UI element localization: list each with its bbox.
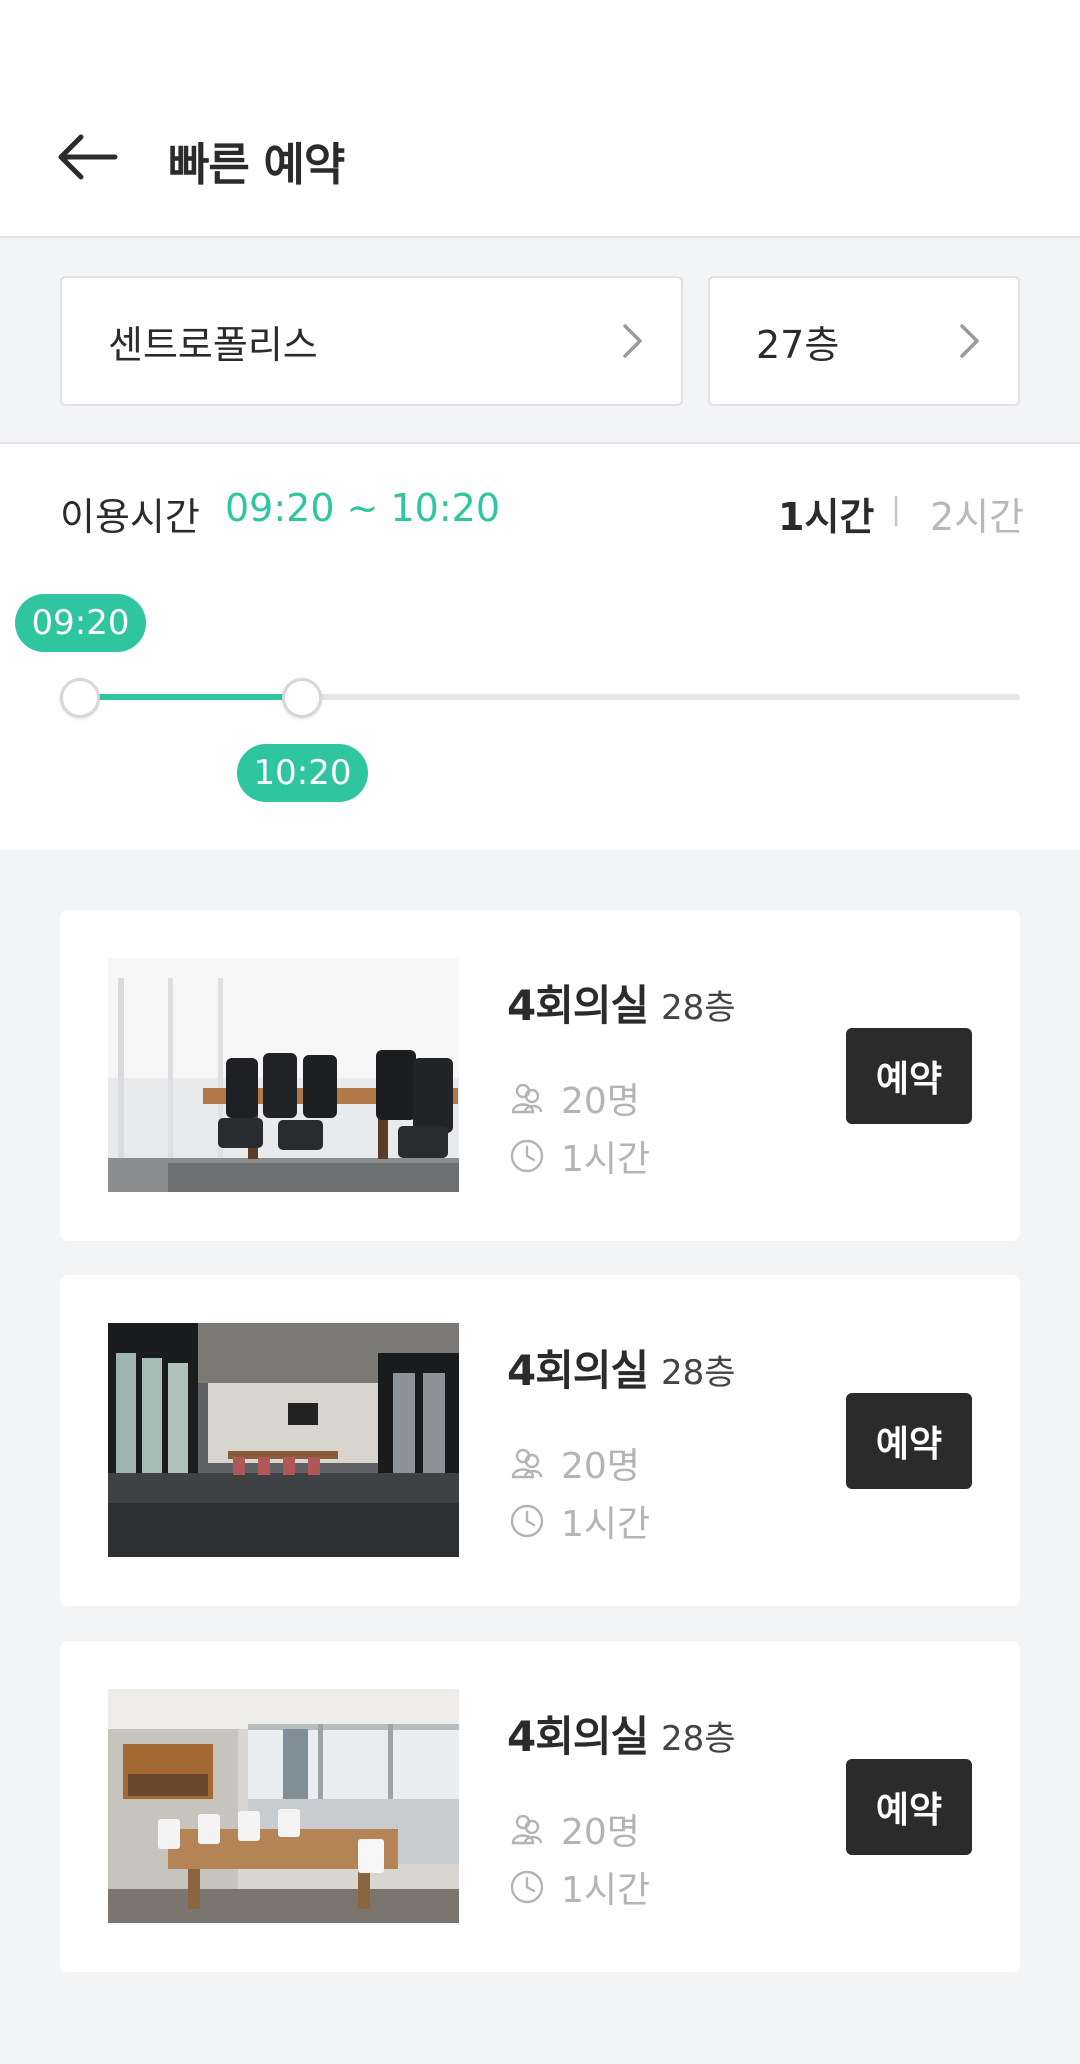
room-photo [108,1689,459,1923]
time-panel: 이용시간 09:20 ~ 10:20 1시간 | 2시간 09:20 10:20 [0,442,1080,850]
room-capacity: 20명 [507,1076,640,1122]
reserve-button[interactable]: 예약 [846,1028,972,1124]
capacity-value: 20명 [561,1812,640,1853]
reserve-button[interactable]: 예약 [846,1393,972,1489]
building-label: 센트로폴리스 [108,322,318,367]
people-icon [507,1443,547,1483]
reserve-button[interactable]: 예약 [846,1759,972,1855]
room-card[interactable]: 4회의실 28층 20명 1시간 예약 [60,910,1020,1241]
usage-time-range: 09:20 ~ 10:20 [225,486,501,530]
room-photo [108,958,459,1192]
duration-value: 1시간 [561,1504,651,1545]
floor-selector[interactable]: 27층 [708,276,1020,406]
back-button[interactable] [52,122,122,192]
duration-1h-option[interactable]: 1시간 [778,486,874,541]
room-card[interactable]: 4회의실 28층 20명 1시간 예약 [60,1641,1020,1972]
room-name: 4회의실 [507,1712,649,1761]
room-capacity: 20명 [507,1807,640,1853]
people-icon [507,1809,547,1849]
usage-time-label: 이용시간 [60,495,200,539]
room-floor: 28층 [661,1719,736,1759]
chevron-right-icon [623,324,642,358]
room-name: 4회의실 [507,1346,649,1395]
end-time-handle[interactable] [282,678,322,718]
clock-icon [507,1136,547,1176]
room-duration: 1시간 [507,1134,650,1180]
people-icon [507,1078,547,1118]
room-duration: 1시간 [507,1865,650,1911]
page-title: 빠른 예약 [168,138,345,191]
room-photo [108,1323,459,1557]
floor-label: 27층 [756,322,840,367]
start-time-bubble: 09:20 [15,594,146,652]
room-floor: 28층 [661,988,736,1028]
duration-2h-option[interactable]: 2시간 [930,486,1024,541]
start-time-handle[interactable] [60,678,100,718]
clock-icon [507,1501,547,1541]
room-floor: 28층 [661,1353,736,1393]
capacity-value: 20명 [561,1081,640,1122]
room-capacity: 20명 [507,1441,640,1487]
room-duration: 1시간 [507,1499,650,1545]
room-card[interactable]: 4회의실 28층 20명 1시간 예약 [60,1275,1020,1606]
duration-value: 1시간 [561,1870,651,1911]
building-selector[interactable]: 센트로폴리스 [60,276,683,406]
end-time-bubble: 10:20 [237,744,368,802]
capacity-value: 20명 [561,1446,640,1487]
duration-value: 1시간 [561,1139,651,1180]
chevron-right-icon [960,324,979,358]
clock-icon [507,1867,547,1907]
arrow-left-icon [58,134,118,180]
room-name: 4회의실 [507,981,649,1030]
app-header: 빠른 예약 [0,0,1080,238]
time-slider-fill [80,694,303,700]
duration-separator: | [891,492,902,527]
